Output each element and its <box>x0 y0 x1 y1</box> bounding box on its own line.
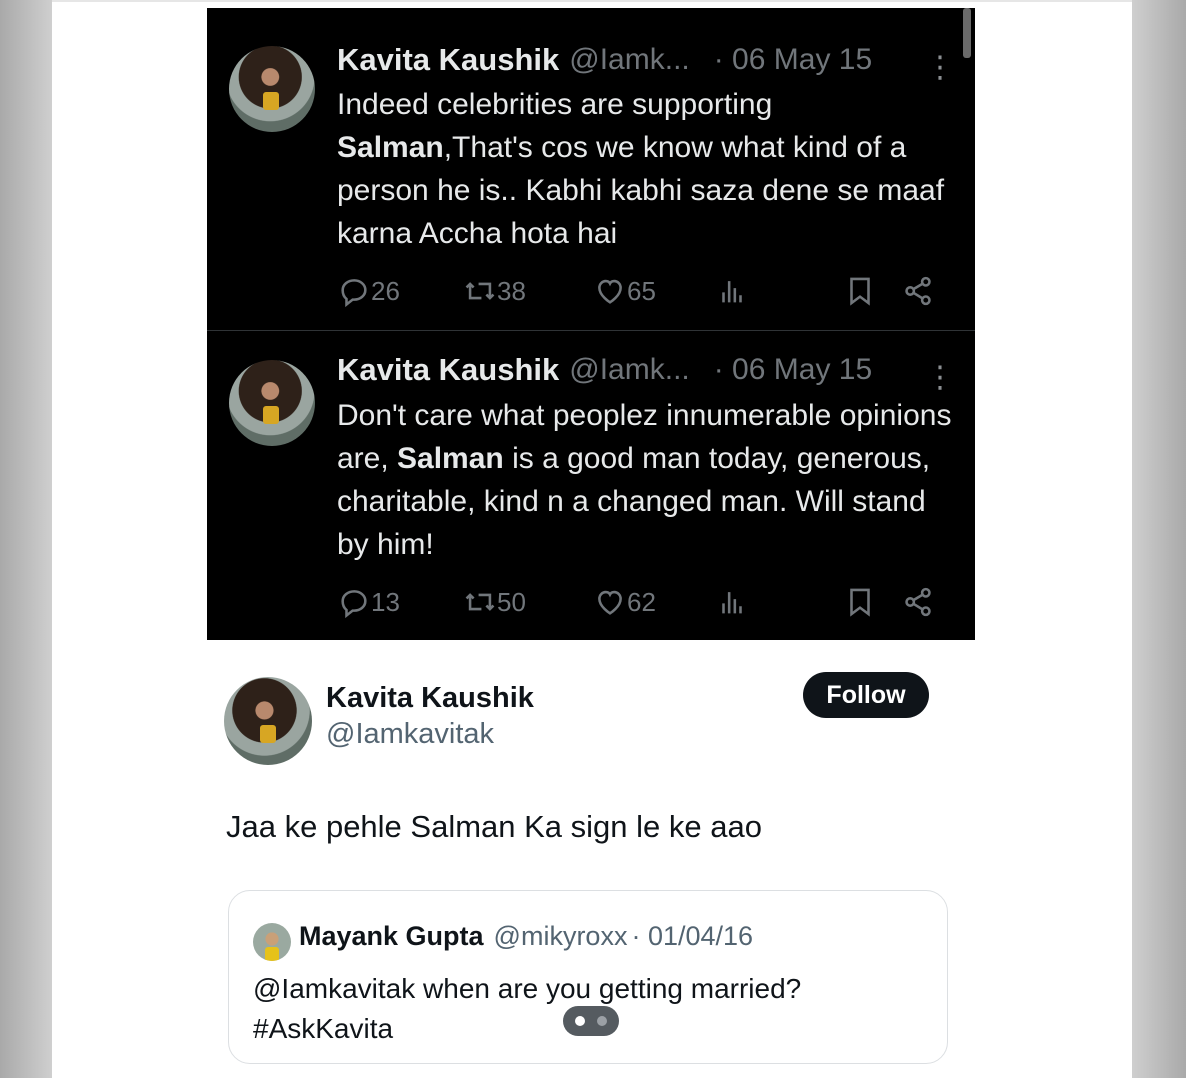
retweet-count: 38 <box>497 275 526 306</box>
share-icon <box>905 587 931 617</box>
tweet-actions: 13 50 62 <box>337 582 957 622</box>
author-handle[interactable]: @mikyroxx <box>494 921 628 952</box>
avatar-jar <box>263 406 279 424</box>
like-count: 62 <box>627 586 656 617</box>
tweet-date[interactable]: · 06 May 15 <box>714 43 872 77</box>
views-button[interactable] <box>715 271 749 311</box>
author-name[interactable]: Mayank Gupta <box>299 921 484 952</box>
views-chart-icon <box>722 592 742 614</box>
heart-icon <box>598 279 622 304</box>
screenshot-tweet-2[interactable]: Kavita Kaushik @Iamk... · 06 May 15 ⋮ Do… <box>207 332 975 640</box>
share-icon <box>905 276 931 306</box>
share-button[interactable] <box>901 271 935 311</box>
like-count: 65 <box>627 275 656 306</box>
page-top-border <box>52 0 1132 2</box>
author-handle[interactable]: @Iamk... <box>569 353 689 387</box>
quoted-tweet-header: Mayank Gupta @mikyroxx · 01/04/16 <box>299 921 753 952</box>
retweet-icon <box>465 593 495 611</box>
media-toggle[interactable] <box>563 1006 619 1036</box>
tweet-header: Kavita Kaushik @Iamk... · 06 May 15 <box>337 350 872 390</box>
tweet-body: Indeed celebrities are supporting Salman… <box>337 83 957 255</box>
avatar[interactable] <box>253 923 291 961</box>
avatar-shirt <box>265 947 279 961</box>
follow-button[interactable]: Follow <box>803 672 929 718</box>
tweet-header: Kavita Kaushik @Iamk... · 06 May 15 <box>337 40 872 80</box>
tweet-date[interactable]: · 06 May 15 <box>714 353 872 387</box>
quoted-text-line1: @Iamkavitak when are you getting married… <box>253 973 802 1004</box>
author-name[interactable]: Kavita Kaushik <box>326 682 534 715</box>
reply-icon <box>341 279 367 308</box>
reply-button[interactable]: 13 <box>337 582 400 622</box>
heart-icon <box>598 590 622 615</box>
author-handle[interactable]: @Iamk... <box>569 43 689 77</box>
retweet-button[interactable]: 38 <box>463 271 526 311</box>
hashtag-link[interactable]: #AskKavita <box>253 1013 393 1044</box>
quoted-tweet-card[interactable]: Mayank Gupta @mikyroxx · 01/04/16 @Iamka… <box>228 890 948 1064</box>
author-handle[interactable]: @Iamkavitak <box>326 718 494 751</box>
tweet-body-line1: Indeed celebrities are supporting <box>337 88 773 121</box>
reply-count: 13 <box>371 586 400 617</box>
avatar-jar <box>263 92 279 110</box>
bookmark-icon <box>850 588 870 617</box>
retweet-button[interactable]: 50 <box>463 582 526 622</box>
scrollbar-thumb[interactable] <box>963 8 971 58</box>
reply-count: 26 <box>371 275 400 306</box>
screenshot-tweet-1[interactable]: Kavita Kaushik @Iamk... · 06 May 15 ⋮ In… <box>207 8 975 330</box>
embedded-screenshot: Kavita Kaushik @Iamk... · 06 May 15 ⋮ In… <box>207 8 975 640</box>
bookmark-button[interactable] <box>843 582 877 622</box>
tweet-body-bold: Salman <box>397 442 504 475</box>
like-button[interactable]: 62 <box>593 582 656 622</box>
avatar[interactable] <box>229 360 315 446</box>
like-button[interactable]: 65 <box>593 271 656 311</box>
more-vertical-icon[interactable]: ⋮ <box>925 48 955 88</box>
views-chart-icon <box>722 281 742 303</box>
more-vertical-icon[interactable]: ⋮ <box>925 358 955 398</box>
avatar-jar <box>260 725 276 743</box>
tweet-text: Jaa ke pehle Salman Ka sign le ke aao <box>226 809 762 844</box>
author-name[interactable]: Kavita Kaushik <box>337 42 559 78</box>
reply-button[interactable]: 26 <box>337 271 400 311</box>
reply-icon <box>341 590 367 619</box>
views-button[interactable] <box>715 582 749 622</box>
author-name[interactable]: Kavita Kaushik <box>337 352 559 388</box>
avatar[interactable] <box>229 46 315 132</box>
share-button[interactable] <box>901 582 935 622</box>
tweet-actions: 26 38 65 <box>337 271 957 311</box>
tweet-body: Don't care what peoplez innumerable opin… <box>337 394 957 566</box>
avatar[interactable] <box>224 677 312 765</box>
bookmark-icon <box>850 277 870 306</box>
tweet-body-bold: Salman <box>337 131 444 164</box>
toggle-dot-active <box>575 1016 585 1026</box>
retweet-icon <box>465 282 495 300</box>
toggle-dot-inactive <box>597 1016 607 1026</box>
tweet-divider <box>207 330 975 331</box>
retweet-count: 50 <box>497 586 526 617</box>
bookmark-button[interactable] <box>843 271 877 311</box>
tweet-date[interactable]: · 01/04/16 <box>631 921 753 952</box>
